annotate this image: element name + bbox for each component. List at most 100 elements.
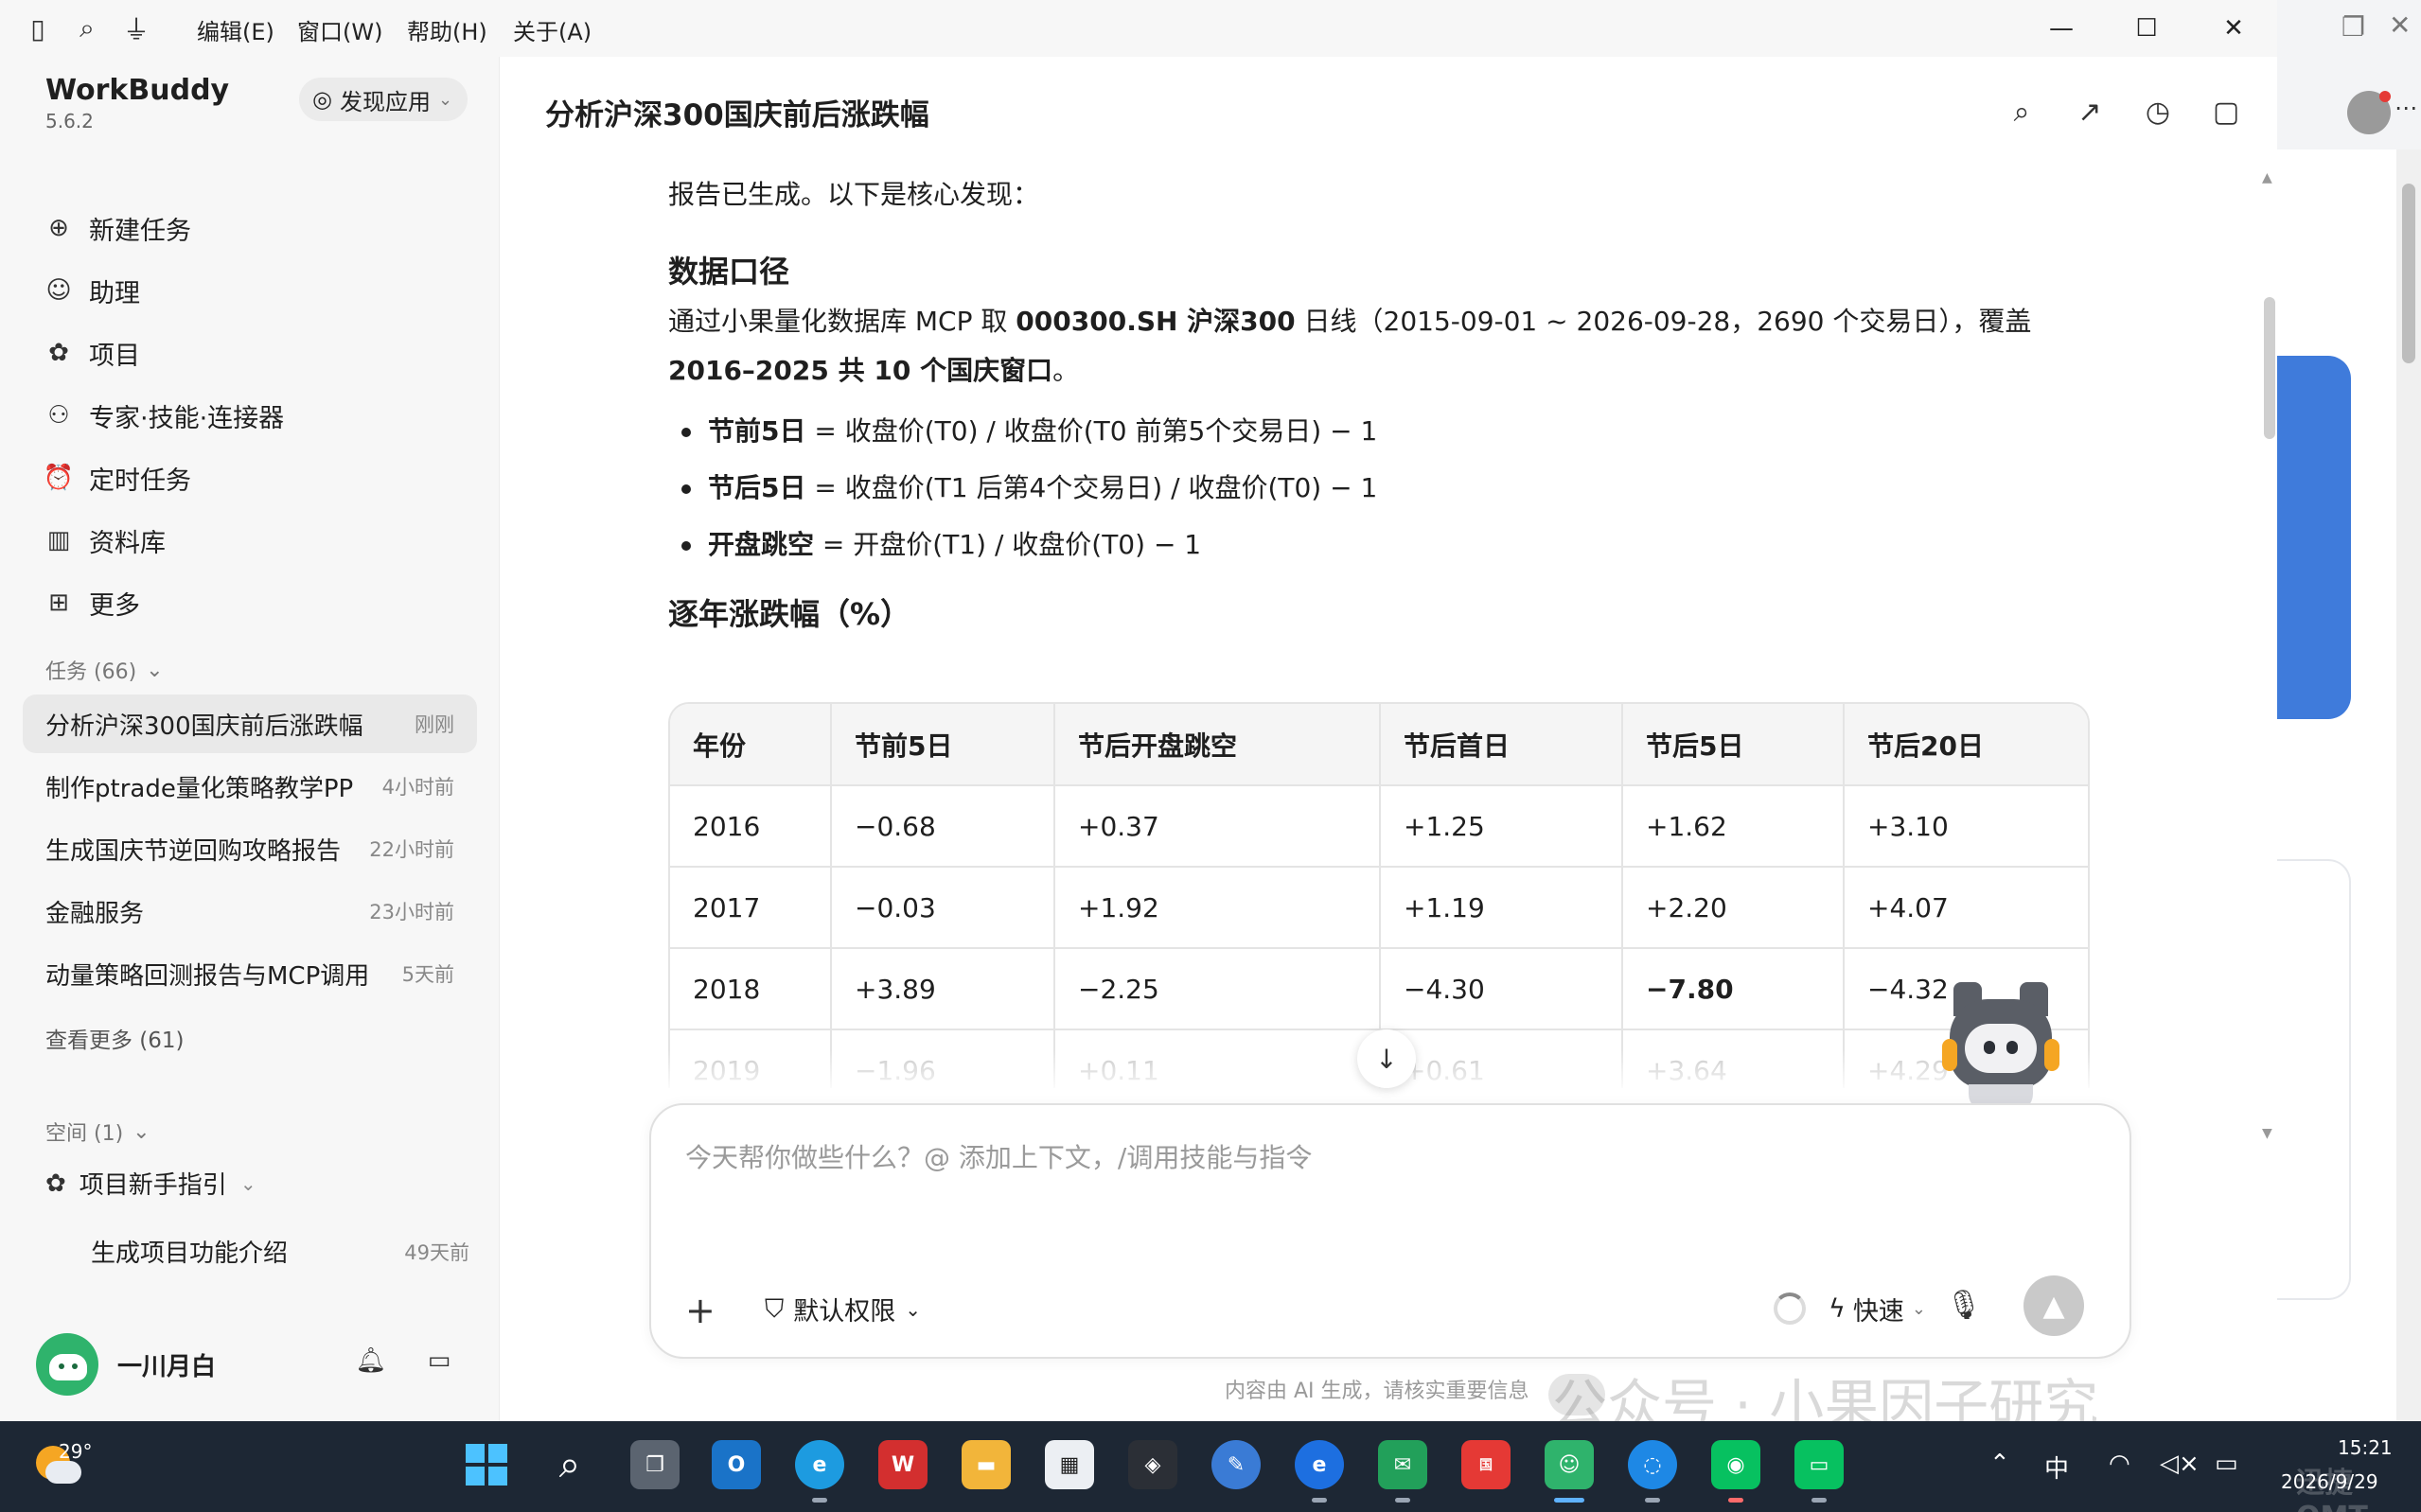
discover-apps-button[interactable]: ◎ 发现应用 ⌄ bbox=[299, 78, 468, 121]
outlook-icon[interactable]: O bbox=[712, 1440, 761, 1489]
definition: = 收盘价(T1 后第4个交易日) / 收盘价(T0) − 1 bbox=[805, 472, 1378, 503]
page-title: 分析沪深300国庆前后涨跌幅 bbox=[545, 98, 929, 132]
search-icon[interactable]: ⌕ bbox=[2003, 93, 2041, 131]
battery-icon[interactable]: ▭ bbox=[2215, 1450, 2238, 1478]
close-icon[interactable]: ✕ bbox=[2389, 9, 2411, 41]
nav-assistant[interactable]: ☺ 助理 bbox=[27, 265, 471, 316]
search-icon[interactable]: ⌕ bbox=[70, 11, 104, 45]
robot-icon: ☺ bbox=[45, 276, 72, 305]
clock-time[interactable]: 15:21 bbox=[2338, 1436, 2393, 1459]
speed-mode-dropdown[interactable]: ϟ 快速 ⌄ bbox=[1829, 1291, 1926, 1327]
space-task-item[interactable]: 生成项目功能介绍 49天前 bbox=[91, 1234, 469, 1269]
windows-start-icon[interactable] bbox=[462, 1440, 511, 1489]
microsoft-store-icon[interactable]: ▦ bbox=[1045, 1440, 1094, 1489]
scrollbar-thumb[interactable] bbox=[2402, 184, 2415, 363]
nav-projects[interactable]: ✿ 项目 bbox=[27, 327, 471, 378]
wps-icon[interactable]: W bbox=[878, 1440, 928, 1489]
user-profile[interactable]: 一川月白 🔔︎ ▭ bbox=[36, 1327, 471, 1402]
task-title: 生成国庆节逆回购攻略报告 bbox=[45, 836, 342, 866]
scroll-up-icon[interactable]: ▲ bbox=[2262, 170, 2272, 185]
edge-ai-icon[interactable]: e bbox=[1295, 1440, 1344, 1503]
filter-icon[interactable]: ⏚ bbox=[119, 11, 153, 45]
task-item-active[interactable]: 分析沪深300国庆前后涨跌幅 刚刚 bbox=[23, 694, 477, 753]
nav-new-task[interactable]: ⊕ 新建任务 bbox=[27, 202, 471, 254]
nav-label: 定时任务 bbox=[89, 466, 191, 496]
send-button[interactable]: ▲ bbox=[2023, 1275, 2084, 1336]
ime-indicator[interactable]: 中 bbox=[2044, 1450, 2069, 1485]
table-cell: +1.62 bbox=[1622, 785, 1845, 868]
table-cell: +0.11 bbox=[1054, 1029, 1381, 1088]
mascot-robot-icon[interactable] bbox=[1940, 982, 2061, 1113]
chat-app-icon[interactable]: ▭ bbox=[1794, 1440, 1844, 1503]
table-cell: 2019 bbox=[670, 1029, 832, 1088]
task-item[interactable]: 金融服务 23小时前 bbox=[23, 882, 477, 941]
nav-experts-skills[interactable]: ⚇ 专家·技能·连接器 bbox=[27, 390, 471, 441]
list-item: 节后5日 = 收盘价(T1 后第4个交易日) / 收盘价(T0) − 1 bbox=[668, 460, 2097, 517]
table-cell: +3.64 bbox=[1622, 1029, 1845, 1088]
tasks-section-header[interactable]: 任务 (66) ⌄ bbox=[45, 655, 164, 685]
history-icon[interactable]: ◷ bbox=[2139, 93, 2177, 131]
file-explorer-icon[interactable]: ▬ bbox=[962, 1440, 1011, 1489]
menu-edit[interactable]: 编辑(E) bbox=[197, 13, 274, 46]
nav-label: 项目 bbox=[89, 341, 140, 371]
task-view-icon[interactable]: ❐ bbox=[630, 1440, 680, 1489]
loading-spinner-icon bbox=[1774, 1292, 1806, 1325]
scroll-down-icon[interactable]: ▼ bbox=[2262, 1126, 2272, 1141]
chat-input-box[interactable]: 今天帮你做些什么？@ 添加上下文，/调用技能与指令 + ⛉ 默认权限 ⌄ ϟ 快… bbox=[649, 1103, 2131, 1359]
scrollbar[interactable] bbox=[2396, 149, 2421, 1421]
wechat-icon[interactable]: ◉ bbox=[1711, 1440, 1760, 1503]
task-item[interactable]: 动量策略回测报告与MCP调用 5天前 bbox=[23, 944, 477, 1003]
restore-icon[interactable]: ❐ bbox=[2341, 11, 2365, 43]
task-item[interactable]: 生成国庆节逆回购攻略报告 22小时前 bbox=[23, 819, 477, 878]
cube-app-icon[interactable]: ◈ bbox=[1128, 1440, 1177, 1489]
workbuddy-app-icon[interactable]: ☺ bbox=[1545, 1440, 1594, 1503]
minimize-icon[interactable]: — bbox=[2033, 9, 2090, 47]
messaging-app-icon[interactable]: ✉ bbox=[1378, 1440, 1427, 1503]
panel-toggle-icon[interactable]: ▢ bbox=[2207, 93, 2245, 131]
paint-app-icon[interactable]: ✎ bbox=[1211, 1440, 1261, 1489]
chat-input-placeholder[interactable]: 今天帮你做些什么？@ 添加上下文，/调用技能与指令 bbox=[685, 1137, 1312, 1175]
table-cell: −7.80 bbox=[1622, 948, 1845, 1030]
definition: = 收盘价(T0) / 收盘价(T0 前第5个交易日) − 1 bbox=[805, 415, 1378, 447]
nav-scheduled-tasks[interactable]: ⏰ 定时任务 bbox=[27, 452, 471, 503]
nav-more[interactable]: ⊞ 更多 bbox=[27, 577, 471, 628]
microphone-icon[interactable]: 🎙︎ bbox=[1946, 1289, 1982, 1322]
bell-icon[interactable]: 🔔︎ bbox=[352, 1342, 390, 1380]
device-icon[interactable]: ▭ bbox=[420, 1342, 458, 1380]
chevron-up-icon[interactable]: ⌃ bbox=[1989, 1450, 2010, 1478]
menu-window[interactable]: 窗口(W) bbox=[297, 13, 382, 46]
list-item: 节前5日 = 收盘价(T0) / 收盘价(T0 前第5个交易日) − 1 bbox=[668, 403, 2097, 460]
gov-app-icon[interactable]: 国 bbox=[1461, 1440, 1511, 1489]
close-icon[interactable]: ✕ bbox=[2205, 9, 2262, 47]
chat-search-icon[interactable]: ◌ bbox=[1628, 1440, 1677, 1503]
search-icon[interactable]: ⌕ bbox=[545, 1440, 594, 1489]
table-cell: −4.30 bbox=[1380, 948, 1623, 1030]
avatar[interactable] bbox=[36, 1333, 98, 1396]
volume-muted-icon[interactable]: ◁× bbox=[2160, 1450, 2200, 1478]
send-arrow-icon: ▲ bbox=[2042, 1289, 2065, 1323]
scrollbar-thumb[interactable] bbox=[2264, 297, 2275, 439]
nav-library[interactable]: ▥ 资料库 bbox=[27, 515, 471, 566]
space-item[interactable]: ✿ 项目新手指引 ⌄ bbox=[45, 1166, 256, 1201]
menu-help[interactable]: 帮助(H) bbox=[407, 13, 487, 46]
table-cell: 2017 bbox=[670, 867, 832, 949]
see-more-tasks-link[interactable]: 查看更多 (61) bbox=[45, 1022, 185, 1054]
column-header: 节后开盘跳空 bbox=[1054, 704, 1381, 786]
task-item[interactable]: 制作ptrade量化策略教学PP 4小时前 bbox=[23, 757, 477, 816]
data-description: 通过小果量化数据库 MCP 取 000300.SH 沪深300 日线（2015-… bbox=[668, 297, 2097, 396]
spaces-section-header[interactable]: 空间 (1) ⌄ bbox=[45, 1116, 150, 1147]
edge-browser-icon[interactable]: e bbox=[795, 1440, 844, 1503]
share-icon[interactable]: ↗ bbox=[2071, 93, 2109, 131]
permission-dropdown[interactable]: ⛉ 默认权限 ⌄ bbox=[765, 1291, 921, 1327]
expert-icon: ⚇ bbox=[47, 401, 70, 430]
report-content: 报告已生成。以下是核心发现： 数据口径 通过小果量化数据库 MCP 取 0003… bbox=[668, 170, 2097, 634]
more-icon[interactable]: ⋯ bbox=[2394, 95, 2417, 121]
maximize-icon[interactable]: ☐ bbox=[2118, 9, 2175, 47]
wifi-icon[interactable]: ◠ bbox=[2109, 1450, 2130, 1478]
scroll-to-bottom-button[interactable]: ↓ bbox=[1357, 1029, 1416, 1088]
scrollbar[interactable]: ▲ ▼ bbox=[2262, 170, 2275, 1145]
sidebar-toggle-icon[interactable]: ▯ bbox=[21, 11, 55, 45]
add-attachment-button[interactable]: + bbox=[685, 1292, 716, 1328]
menu-about[interactable]: 关于(A) bbox=[513, 13, 592, 46]
table-cell: −0.03 bbox=[831, 867, 1055, 949]
